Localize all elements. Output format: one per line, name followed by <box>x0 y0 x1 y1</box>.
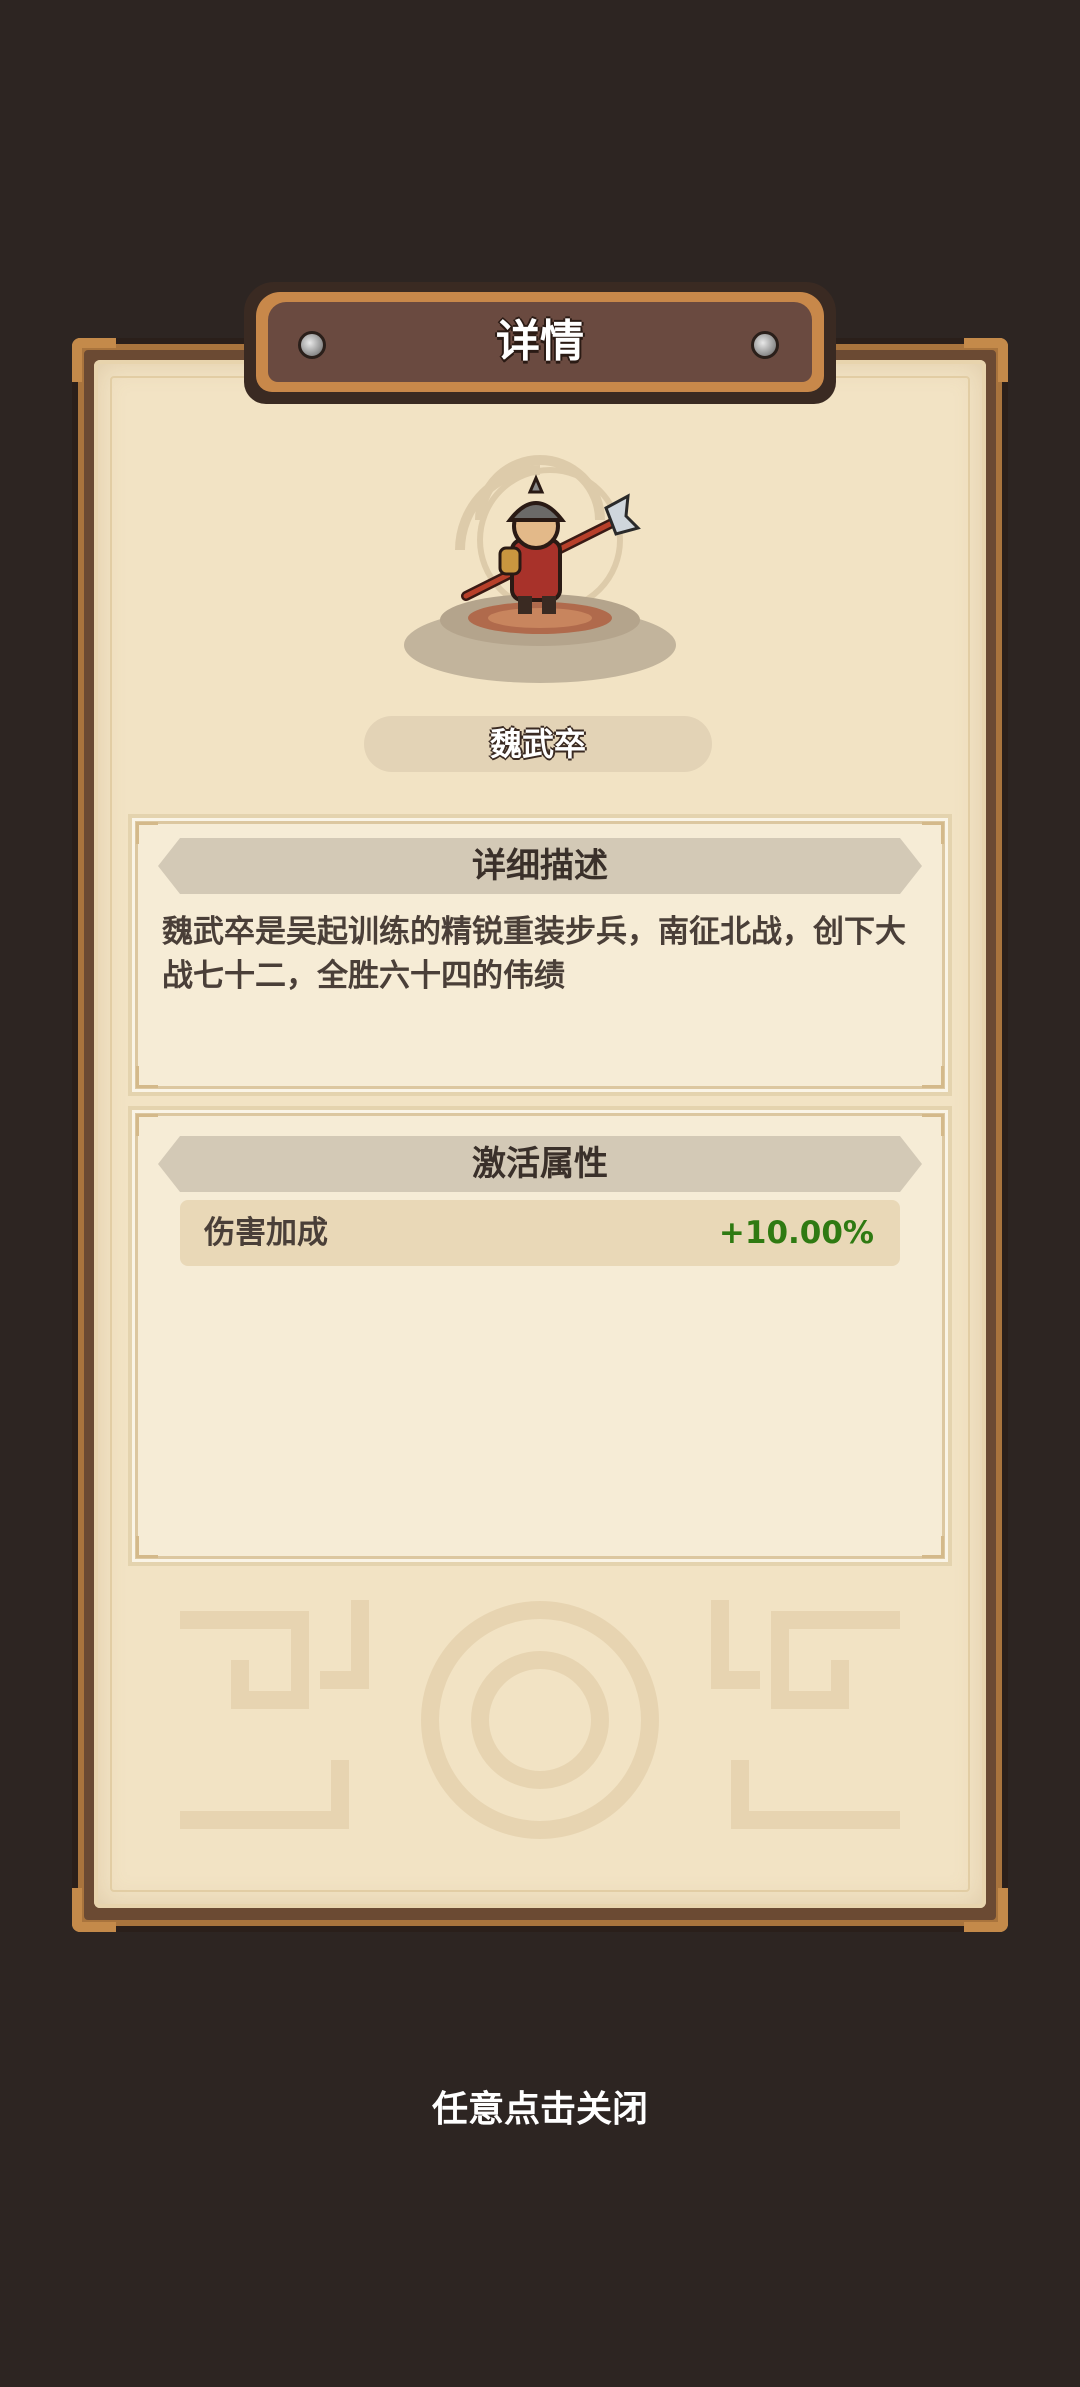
card-corner <box>922 1066 944 1088</box>
description-card: 详细描述 魏武卒是吴起训练的精锐重装步兵，南征北战，创下大战七十二，全胜六十四的… <box>128 814 952 1096</box>
card-corner <box>136 1114 158 1136</box>
card-corner <box>922 1536 944 1558</box>
description-heading: 详细描述 <box>472 846 608 886</box>
description-text: 魏武卒是吴起训练的精锐重装步兵，南征北战，创下大战七十二，全胜六十四的伟绩 <box>162 914 906 994</box>
frame-corner <box>72 338 116 382</box>
attributes-card: 激活属性 伤害加成 +10.00% <box>128 1106 952 1566</box>
frame-corner <box>72 1888 116 1932</box>
dialog-title: 详情 <box>496 316 584 367</box>
tap-to-close-hint[interactable]: 任意点击关闭 <box>0 2080 1080 2132</box>
frame-corner <box>964 1888 1008 1932</box>
frame-corner <box>964 338 1008 382</box>
card-corner <box>922 1114 944 1136</box>
card-corner <box>922 822 944 844</box>
attribute-label: 伤害加成 <box>204 1215 328 1251</box>
unit-portrait <box>404 455 676 683</box>
pedestal-ring-inner <box>488 608 592 628</box>
card-corner <box>136 1066 158 1088</box>
attribute-value: +10.00% <box>718 1215 874 1251</box>
decorative-pattern-icon <box>180 1600 900 1839</box>
card-corner <box>136 1536 158 1558</box>
unit-name: 魏武卒 <box>489 725 586 763</box>
attribute-row: 伤害加成 +10.00% <box>180 1200 900 1266</box>
card-corner <box>136 822 158 844</box>
attributes-heading: 激活属性 <box>472 1144 608 1184</box>
